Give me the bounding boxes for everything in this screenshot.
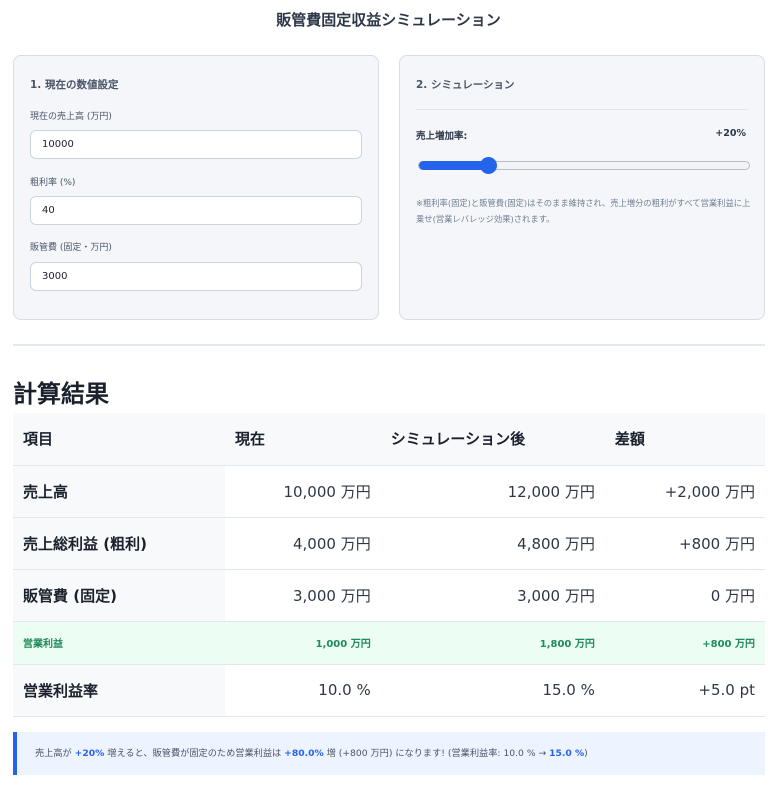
cell-current: 10.0 % [225, 664, 381, 717]
cell-simulated: 3,000 万円 [380, 569, 605, 622]
sga-label: 販管費 (固定・万円) [30, 243, 112, 253]
row-label: 営業利益率 [13, 664, 225, 717]
cell-difference: +2,000 万円 [604, 465, 765, 518]
header-current: 現在 [225, 413, 381, 466]
results-table: 項目 現在 シミュレーション後 差額 売上高 10,000 万円 12,000 … [13, 413, 765, 717]
settings-panel: 1. 現在の数値設定 現在の売上高 (万円) 粗利率 (%) 販管費 (固定・万… [13, 55, 379, 320]
header-difference: 差額 [604, 413, 765, 466]
summary-text: 増えると、販管費が固定のため営業利益は [104, 748, 285, 759]
operating-profit-row: 営業利益 1,000 万円 1,800 万円 +800 万円 [13, 621, 765, 665]
cell-simulated: 15.0 % [380, 664, 605, 717]
cell-current: 4,000 万円 [225, 517, 381, 570]
table-header-row: 項目 現在 シミュレーション後 差額 [13, 413, 765, 466]
cell-simulated: 4,800 万円 [380, 517, 605, 570]
summary-highlight: 15.0 % [549, 748, 585, 759]
summary-text: ) [584, 748, 588, 759]
header-item: 項目 [13, 413, 225, 466]
summary-banner: 売上高が +20% 増えると、販管費が固定のため営業利益は +80.0% 増 (… [13, 732, 765, 775]
summary-text: 売上高が [35, 748, 75, 759]
cell-current: 1,000 万円 [225, 621, 381, 665]
row-label: 売上高 [13, 465, 225, 518]
cell-current: 10,000 万円 [225, 465, 381, 518]
sales-label: 現在の売上高 (万円) [30, 112, 112, 122]
cell-difference: +800 万円 [604, 517, 765, 570]
simulation-divider [416, 109, 748, 110]
cell-difference: 0 万円 [604, 569, 765, 622]
page-title: 販管費固定収益シミュレーション [276, 11, 501, 29]
cell-difference: +800 万円 [604, 621, 765, 665]
sales-increase-slider[interactable] [418, 157, 750, 174]
simulation-note: ※粗利率(固定)と販管費(固定)はそのまま維持され、売上増分の粗利がすべて営業利… [416, 198, 751, 224]
simulation-heading: 2. シミュレーション [416, 79, 515, 91]
slider-fill [419, 161, 488, 170]
settings-heading: 1. 現在の数値設定 [30, 79, 119, 91]
cell-current: 3,000 万円 [225, 569, 381, 622]
cell-simulated: 1,800 万円 [380, 621, 605, 665]
sales-input[interactable] [30, 130, 362, 159]
margin-input[interactable] [30, 196, 362, 225]
slider-thumb[interactable] [480, 157, 497, 174]
margin-label: 粗利率 (%) [30, 178, 76, 188]
table-row: 売上総利益 (粗利) 4,000 万円 4,800 万円 +800 万円 [13, 517, 765, 570]
row-label: 営業利益 [13, 621, 225, 665]
summary-highlight: +80.0% [284, 748, 324, 759]
row-label: 販管費 (固定) [13, 569, 225, 622]
table-row: 売上高 10,000 万円 12,000 万円 +2,000 万円 [13, 465, 765, 518]
slider-label: 売上増加率: [416, 131, 468, 142]
cell-difference: +5.0 pt [604, 664, 765, 717]
summary-text: 増 (+800 万円) になります! (営業利益率: 10.0 % → [323, 748, 550, 759]
header-simulated: シミュレーション後 [380, 413, 605, 466]
table-row: 営業利益率 10.0 % 15.0 % +5.0 pt [13, 664, 765, 717]
results-title: 計算結果 [13, 380, 109, 408]
sga-input[interactable] [30, 262, 362, 291]
section-divider [13, 344, 765, 346]
table-row: 販管費 (固定) 3,000 万円 3,000 万円 0 万円 [13, 569, 765, 622]
cell-simulated: 12,000 万円 [380, 465, 605, 518]
slider-value: +20% [715, 128, 746, 139]
summary-highlight: +20% [74, 748, 105, 759]
row-label: 売上総利益 (粗利) [13, 517, 225, 570]
simulation-panel: 2. シミュレーション 売上増加率: +20% ※粗利率(固定)と販管費(固定)… [399, 55, 765, 320]
